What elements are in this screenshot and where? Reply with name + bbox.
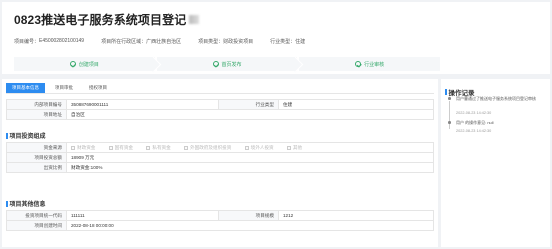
table-row: 项目地址 自治区 bbox=[6, 109, 434, 120]
check-circle-icon bbox=[355, 61, 362, 67]
tab-divider bbox=[6, 93, 434, 94]
other-section-title: 项目其他信息 bbox=[6, 199, 46, 208]
checkbox-private[interactable]: 私有资金 bbox=[146, 145, 171, 151]
internal-number-label: 内部项目编号 bbox=[6, 99, 67, 110]
project-header: 0823推送电子服务系统项目登记 项目编号： E450002802100149 … bbox=[2, 2, 550, 74]
project-type: 财政投资项目 bbox=[223, 39, 254, 45]
address-label: 项目地址 bbox=[6, 109, 67, 120]
checkbox-other[interactable]: 其他 bbox=[286, 145, 302, 151]
unified-code-label: 投资项目统一代码 bbox=[6, 210, 67, 221]
checkbox-fiscal[interactable]: 财政资金 bbox=[71, 145, 95, 151]
section-marker bbox=[6, 200, 8, 207]
other-info-table: 投资项目统一代码 111111 项目规模 1212 项目创建时间 2022-08… bbox=[6, 210, 434, 231]
checkbox-icon bbox=[184, 145, 189, 150]
redacted-text bbox=[189, 15, 200, 24]
project-region: 广西壮族自治区 bbox=[146, 39, 182, 45]
created-time-value: 2022-08-18 00:00:00 bbox=[66, 220, 434, 231]
funding-ratio-value: 财政资金:100% bbox=[66, 162, 434, 173]
checkbox-state-owned[interactable]: 国有资金 bbox=[108, 145, 133, 151]
investment-section-title: 项目投资组成 bbox=[6, 131, 46, 140]
log-text: 用户 的操作意见: null bbox=[456, 120, 494, 125]
table-row: 项目投资总额 18909 万元 bbox=[6, 152, 434, 163]
table-row: 投资项目统一代码 111111 项目规模 1212 bbox=[6, 210, 434, 221]
timeline-dot bbox=[448, 97, 451, 100]
project-region-label: 项目所在行政区域： bbox=[101, 39, 147, 45]
tab-approval[interactable]: 项目审批 bbox=[49, 83, 79, 93]
fund-source-options: 财政资金 国有资金 私有资金 外国政府及组织投资 境外人投资 其他 bbox=[66, 142, 434, 153]
progress-steps: 创建项目 首页发布 行业审核 bbox=[14, 57, 441, 71]
page-title: 0823推送电子服务系统项目登记 bbox=[14, 13, 187, 27]
table-row: 出资比例 财政资金:100% bbox=[6, 162, 434, 173]
funding-ratio-label: 出资比例 bbox=[6, 162, 67, 173]
checkbox-overseas[interactable]: 境外人投资 bbox=[244, 145, 274, 151]
checkbox-icon bbox=[146, 145, 151, 150]
industry-type: 住建 bbox=[295, 39, 306, 45]
created-time-label: 项目创建时间 bbox=[6, 220, 67, 231]
checkbox-icon bbox=[108, 145, 113, 150]
checkbox-foreign-gov[interactable]: 外国政府及组织投资 bbox=[184, 145, 231, 151]
fund-source-label: 资金来源 bbox=[6, 142, 67, 153]
table-row: 项目创建时间 2022-08-18 00:00:00 bbox=[6, 220, 434, 231]
project-scale-label: 项目规模 bbox=[218, 210, 279, 221]
section-marker bbox=[445, 89, 447, 95]
tab-basic-info[interactable]: 项目基本信息 bbox=[6, 83, 45, 93]
address-value: 自治区 bbox=[66, 109, 434, 120]
project-type-label: 项目类型： bbox=[198, 39, 224, 45]
project-number-label: 项目编号： bbox=[14, 39, 40, 45]
step-create: 创建项目 bbox=[14, 57, 155, 71]
investment-table: 资金来源 财政资金 国有资金 私有资金 外国政府及组织投资 境外人投资 其他 项… bbox=[6, 142, 434, 173]
tab-authorized[interactable]: 授权项目 bbox=[83, 83, 113, 93]
internal-number: 350887690001111 bbox=[66, 99, 219, 110]
checkbox-icon bbox=[244, 145, 249, 150]
log-text: 用户曹通过了推送电子服务系统项目登记审核 bbox=[456, 96, 536, 101]
total-investment-value: 18909 万元 bbox=[66, 152, 434, 163]
total-investment-label: 项目投资总额 bbox=[6, 152, 67, 163]
industry-type-label: 行业类型： bbox=[270, 39, 296, 45]
basic-info-table: 内部项目编号 350887690001111 行业类型 住建 项目地址 自治区 bbox=[6, 99, 434, 120]
industry-value: 住建 bbox=[278, 99, 434, 110]
section-marker bbox=[6, 132, 8, 139]
timeline-dot bbox=[448, 121, 451, 124]
log-time: 2022-08-23 14:42:30 bbox=[456, 111, 492, 115]
log-time: 2022-08-23 14:42:30 bbox=[456, 129, 492, 133]
step-publish: 首页发布 bbox=[156, 57, 298, 71]
operation-log-panel: 操作记录 用户曹通过了推送电子服务系统项目登记审核 2022-08-23 14:… bbox=[441, 79, 550, 247]
unified-code-value: 111111 bbox=[66, 210, 219, 221]
checkbox-icon bbox=[286, 145, 291, 150]
tab-bar: 项目基本信息 项目审批 授权项目 bbox=[6, 83, 117, 93]
project-scale-value: 1212 bbox=[278, 210, 434, 221]
project-detail-panel: 项目基本信息 项目审批 授权项目 内部项目编号 350887690001111 … bbox=[2, 79, 438, 247]
check-circle-icon bbox=[212, 61, 219, 67]
project-meta: 项目编号： E450002802100149 项目所在行政区域： 广西壮族自治区… bbox=[14, 38, 305, 45]
table-row: 内部项目编号 350887690001111 行业类型 住建 bbox=[6, 99, 434, 110]
timeline-line bbox=[449, 101, 450, 129]
table-row: 资金来源 财政资金 国有资金 私有资金 外国政府及组织投资 境外人投资 其他 bbox=[6, 142, 434, 153]
project-number: E450002802100149 bbox=[39, 38, 85, 44]
checkbox-icon bbox=[71, 145, 75, 150]
check-circle-icon bbox=[69, 61, 76, 67]
step-review: 行业审核 bbox=[299, 57, 441, 71]
industry-label: 行业类型 bbox=[218, 99, 279, 110]
